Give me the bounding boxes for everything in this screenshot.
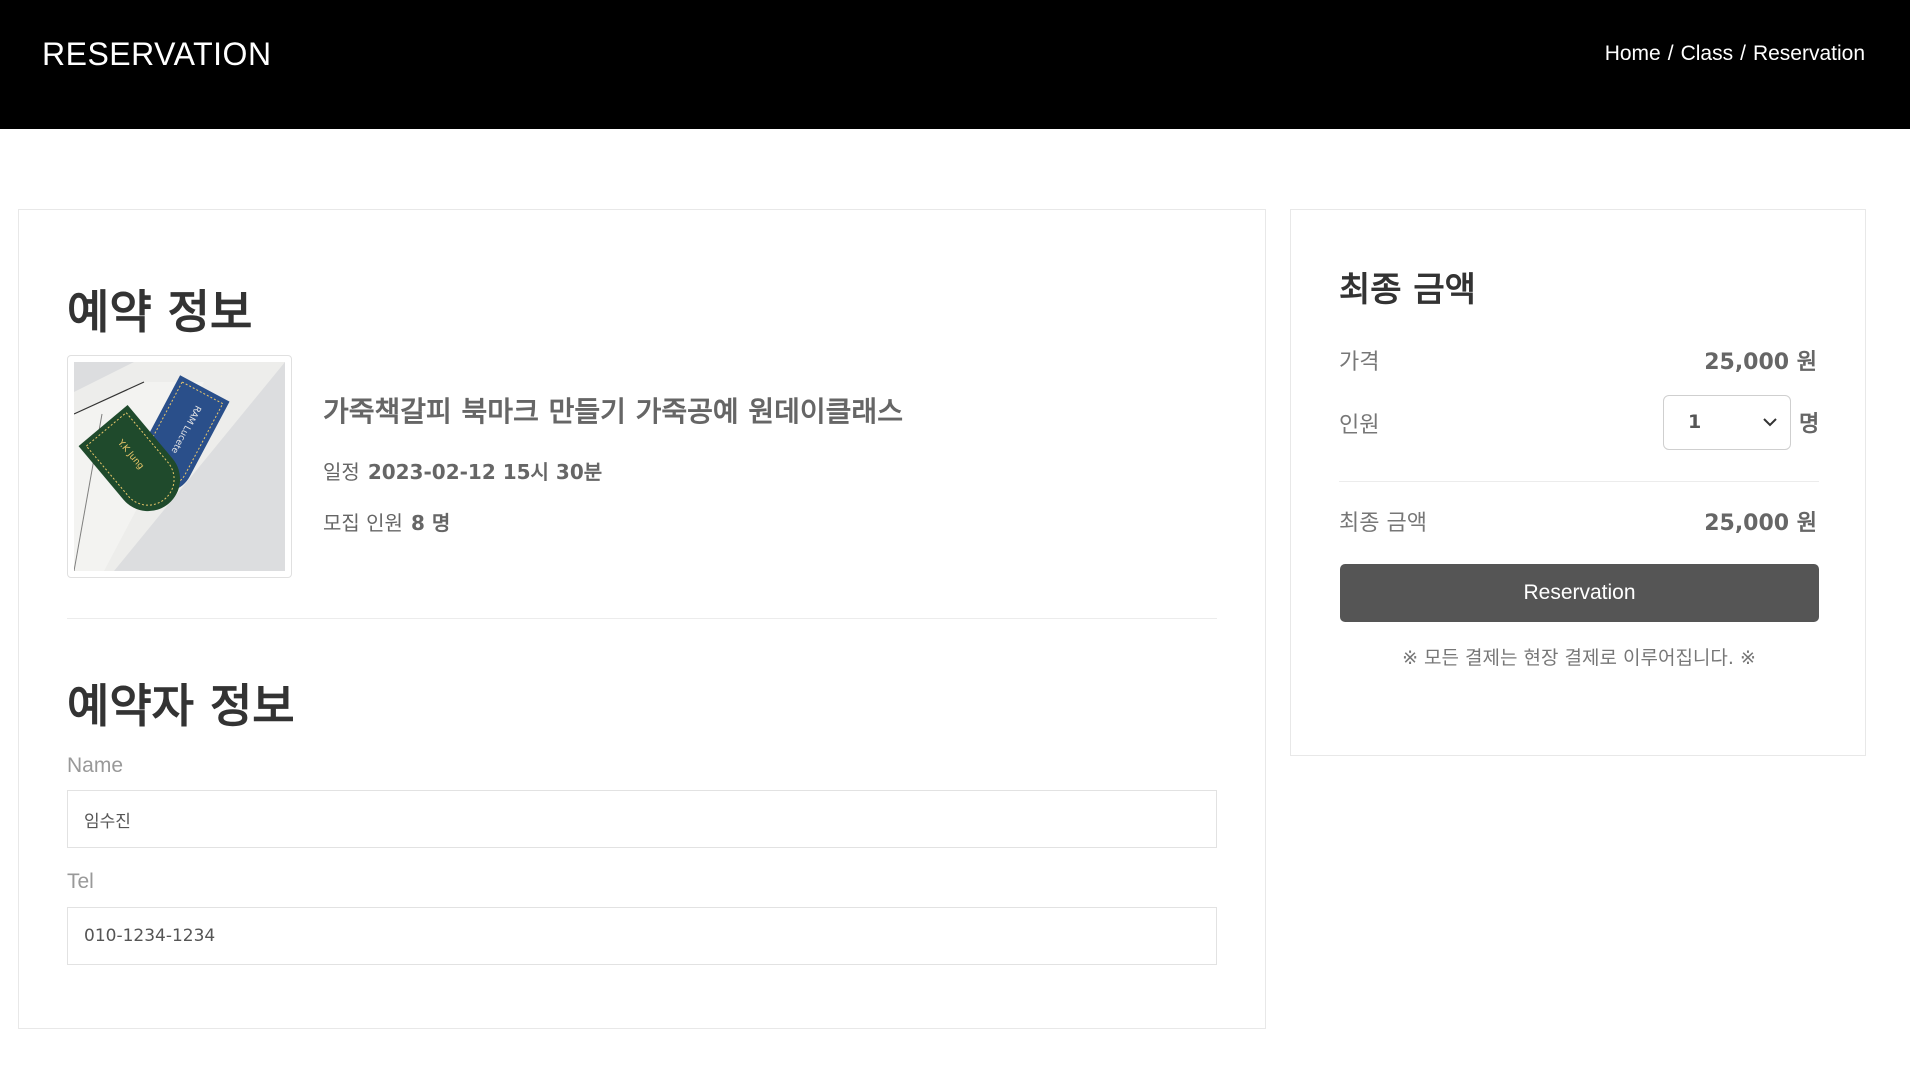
schedule-row: 일정 2023-02-12 15시 30분 [323,456,602,485]
class-title: 가죽책갈피 북마크 만들기 가죽공예 원데이클래스 [323,395,903,428]
booking-panel: 예약 정보 RAM Lucete Y.K Jung 가죽책갈피 북마크 만들기 … [18,209,1266,1029]
schedule-value: 2023-02-12 15시 30분 [367,460,603,484]
name-label: Name [67,754,124,777]
booker-info-title: 예약자 정보 [67,679,295,733]
breadcrumb: Home / Class / Reservation [1605,42,1865,66]
people-unit: 명 [1799,412,1820,437]
capacity-row: 모집 인원 8 명 [323,507,450,536]
section-divider [67,618,1217,619]
reservation-button[interactable]: Reservation [1340,564,1819,622]
schedule-label: 일정 [323,460,360,484]
tel-label: Tel [67,870,94,893]
capacity-value: 8 명 [410,511,451,535]
summary-panel: 최종 금액 가격 25,000 원 인원 1 명 최종 금액 25,000 원 … [1290,209,1866,756]
class-thumbnail: RAM Lucete Y.K Jung [67,355,292,578]
capacity-label: 모집 인원 [323,511,403,535]
breadcrumb-separator: / [1740,42,1746,65]
summary-title: 최종 금액 [1339,270,1476,310]
name-input[interactable] [67,790,1217,848]
breadcrumb-class[interactable]: Class [1681,42,1734,66]
breadcrumb-home[interactable]: Home [1605,42,1661,66]
breadcrumb-separator: / [1667,42,1674,65]
bookmark-photo: RAM Lucete Y.K Jung [74,362,285,571]
booking-info-title: 예약 정보 [67,285,253,339]
tel-input[interactable] [67,907,1217,965]
chevron-down-icon [1763,418,1777,427]
people-select[interactable]: 1 [1663,395,1791,450]
total-label: 최종 금액 [1339,511,1427,536]
breadcrumb-reservation: Reservation [1752,42,1865,65]
price-label: 가격 [1339,350,1380,375]
top-header: RESERVATION Home / Class / Reservation [0,0,1910,129]
payment-notice: ※ 모든 결제는 현장 결제로 이루어집니다. ※ [1402,647,1756,669]
price-value: 25,000 원 [1704,350,1817,375]
people-label: 인원 [1339,413,1380,438]
page-brand: RESERVATION [42,36,272,72]
people-selected-value: 1 [1688,411,1702,433]
total-value: 25,000 원 [1704,511,1817,536]
summary-divider [1339,481,1819,482]
